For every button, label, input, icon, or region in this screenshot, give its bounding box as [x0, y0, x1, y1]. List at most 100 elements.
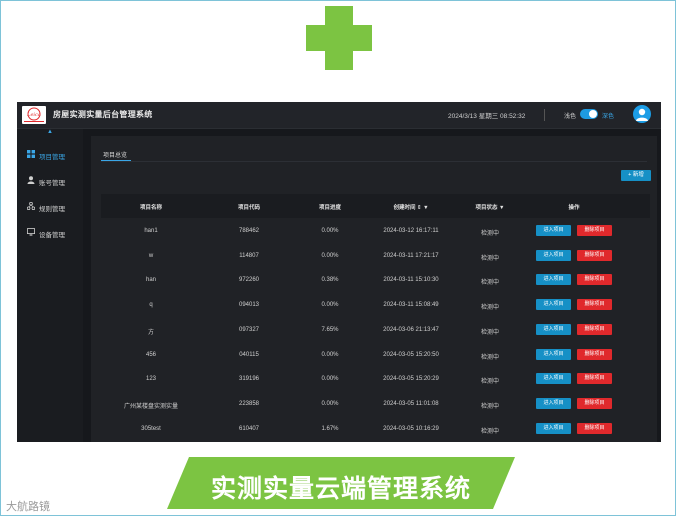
enter-project-button[interactable]: 进入项目 — [536, 373, 571, 385]
user-avatar[interactable] — [633, 105, 651, 123]
column-header-status[interactable]: 项目状态 ▼ — [476, 203, 505, 211]
cell-project-name: 305test — [141, 425, 161, 432]
theme-light-label: 浅色 — [564, 114, 577, 120]
banner-title: 实测实量云端管理系统 — [210, 475, 471, 503]
enter-project-button[interactable]: 进入项目 — [536, 299, 571, 311]
cell-project-code: 223858 — [238, 400, 260, 407]
cell-project-progress: 0.00% — [321, 351, 339, 358]
sidebar-item-rules[interactable]: 规则管理 — [27, 201, 83, 213]
cell-project-code: 114807 — [239, 252, 259, 259]
cell-project-status: 检测中 — [480, 403, 500, 410]
sidebar-item-label: 规则管理 — [39, 206, 65, 213]
sidebar-item-devices[interactable]: 设备管理 — [27, 227, 83, 239]
theme-dark-label: 深色 — [602, 114, 615, 120]
theme-toggle[interactable] — [580, 109, 598, 119]
column-header-code: 项目代码 — [237, 205, 261, 211]
sidebar-item-accounts[interactable]: 账号管理 — [27, 175, 83, 187]
watermark: 大航路镜 — [6, 501, 50, 513]
cell-project-status: 检测中 — [480, 354, 500, 361]
chevron-up-icon[interactable]: ▲ — [47, 129, 53, 135]
cell-project-progress: 7.65% — [321, 326, 339, 333]
sidebar-item-label: 账号管理 — [39, 180, 65, 187]
table-row: 456 040115 0.00% 2024-03-05 15:20:50 检测中 进入项目… — [101, 343, 650, 368]
delete-project-button[interactable]: 删除项目 — [577, 274, 612, 286]
enter-project-button[interactable]: 进入项目 — [536, 397, 571, 409]
datetime-display: 2024/3/13 星期三 08:52:32 — [448, 113, 526, 120]
delete-project-button[interactable]: 删除项目 — [577, 249, 612, 261]
sidebar-item-label: 设备管理 — [39, 232, 65, 239]
rules-icon — [27, 202, 35, 210]
device-icon — [27, 228, 35, 236]
delete-project-button[interactable]: 删除项目 — [577, 397, 612, 409]
tab-divider — [101, 161, 647, 162]
table-row: 广州某楼盘实测实量 223858 0.00% 2024-03-05 11:01:08 检… — [101, 392, 650, 417]
enter-project-button[interactable]: 进入项目 — [536, 225, 571, 236]
cell-project-status: 检测中 — [480, 255, 500, 262]
enter-project-button[interactable]: 进入项目 — [536, 323, 571, 335]
column-header-progress[interactable]: 项目进度 — [319, 203, 341, 211]
sidebar-item-label: 项目管理 — [39, 154, 65, 161]
tab-project-overview[interactable]: 项目总览 — [103, 150, 127, 159]
column-header-created[interactable]: 创建时间 ⇕ ▼ — [393, 203, 428, 211]
cell-project-name: 456 — [145, 351, 157, 358]
cell-project-code: 610407 — [238, 425, 260, 432]
table-header: 项目名称 项目代码 项目进度 创建时间 ⇕ ▼ 项目状态 ▼ 操作 — [101, 194, 650, 218]
cell-project-progress: 0.00% — [321, 376, 339, 383]
cell-created-time: 2024-03-06 21:13:47 — [383, 326, 439, 333]
delete-project-button[interactable]: 删除项目 — [577, 348, 612, 360]
sidebar-item-projects[interactable]: 项目管理 — [27, 149, 83, 161]
cell-project-code: 788462 — [238, 228, 260, 234]
cell-created-time: 2024-03-05 15:20:50 — [383, 351, 439, 358]
cell-project-progress: 1.67% — [321, 425, 339, 432]
cell-project-name: 方 — [147, 329, 155, 336]
leica-logo: Leica — [22, 106, 46, 124]
enter-project-button[interactable]: 进入项目 — [536, 348, 571, 360]
delete-project-button[interactable]: 删除项目 — [577, 225, 612, 236]
column-header-name: 项目名称 — [139, 205, 163, 211]
table-row: han1 788462 0.00% 2024-03-12 16:17:11 检测中 进入项… — [101, 219, 650, 244]
delete-project-button[interactable]: 删除项目 — [577, 373, 612, 385]
cell-project-status: 检测中 — [480, 329, 500, 336]
app-screenshot: Leica 房屋实测实量后台管理系统 2024/3/13 星期三 08:52:3… — [17, 102, 661, 442]
cell-created-time: 2024-03-11 15:10:30 — [383, 277, 439, 284]
avatar-icon — [636, 108, 648, 121]
table-row: 305test 610407 1.67% 2024-03-05 10:16:29 检测中… — [101, 417, 650, 442]
cell-project-status: 检测中 — [480, 305, 500, 312]
cell-created-time: 2024-03-05 15:20:29 — [383, 376, 439, 383]
table-row: q 094013 0.00% 2024-03-11 15:08:49 检测中 进入项目 删除… — [101, 293, 650, 318]
cell-project-code: 319196 — [238, 376, 260, 383]
plus-icon-bar — [306, 25, 372, 51]
cell-project-code: 972260 — [238, 277, 260, 284]
cell-project-code: 040115 — [239, 351, 259, 358]
cell-project-name: 123 — [145, 376, 157, 383]
enter-project-button[interactable]: 进入项目 — [536, 274, 571, 286]
cell-project-code: 094013 — [238, 302, 260, 309]
add-project-button[interactable]: + 新增 — [621, 170, 651, 181]
delete-project-button[interactable]: 删除项目 — [577, 299, 612, 311]
table-row: 方 097327 7.65% 2024-03-06 21:13:47 检测中 进入项目 删除… — [101, 318, 650, 343]
cell-created-time: 2024-03-05 11:01:08 — [383, 400, 439, 407]
cell-project-name: han — [145, 277, 157, 284]
cell-project-name: q — [149, 302, 153, 309]
user-icon — [27, 176, 35, 184]
cell-created-time: 2024-03-12 16:17:11 — [383, 228, 439, 234]
toggle-knob — [589, 110, 597, 118]
cell-created-time: 2024-03-05 10:16:29 — [383, 425, 439, 432]
grid-icon — [27, 150, 35, 158]
column-header-actions: 操作 — [568, 205, 580, 211]
app-title: 房屋实测实量后台管理系统 — [53, 110, 153, 119]
main-content: 项目总览 + 新增 项目名称 项目代码 项目进度 创建时间 ⇕ ▼ 项目状态 ▼… — [91, 136, 657, 442]
sidebar: ▲ 项目管理 账号管理 规则管理 设备管理 — [17, 129, 83, 442]
top-bar: Leica 房屋实测实量后台管理系统 2024/3/13 星期三 08:52:3… — [17, 102, 661, 129]
cell-project-name: w — [148, 252, 154, 259]
cell-project-progress: 0.38% — [321, 277, 339, 284]
enter-project-button[interactable]: 进入项目 — [536, 249, 571, 261]
delete-project-button[interactable]: 删除项目 — [577, 323, 612, 335]
header-divider — [544, 109, 545, 121]
enter-project-button[interactable]: 进入项目 — [536, 422, 571, 434]
cell-created-time: 2024-03-11 15:08:49 — [383, 302, 439, 309]
delete-project-button[interactable]: 删除项目 — [577, 422, 612, 434]
cell-project-name: han1 — [144, 228, 158, 234]
cell-project-code: 097327 — [238, 326, 260, 333]
cell-project-status: 检测中 — [480, 379, 500, 386]
